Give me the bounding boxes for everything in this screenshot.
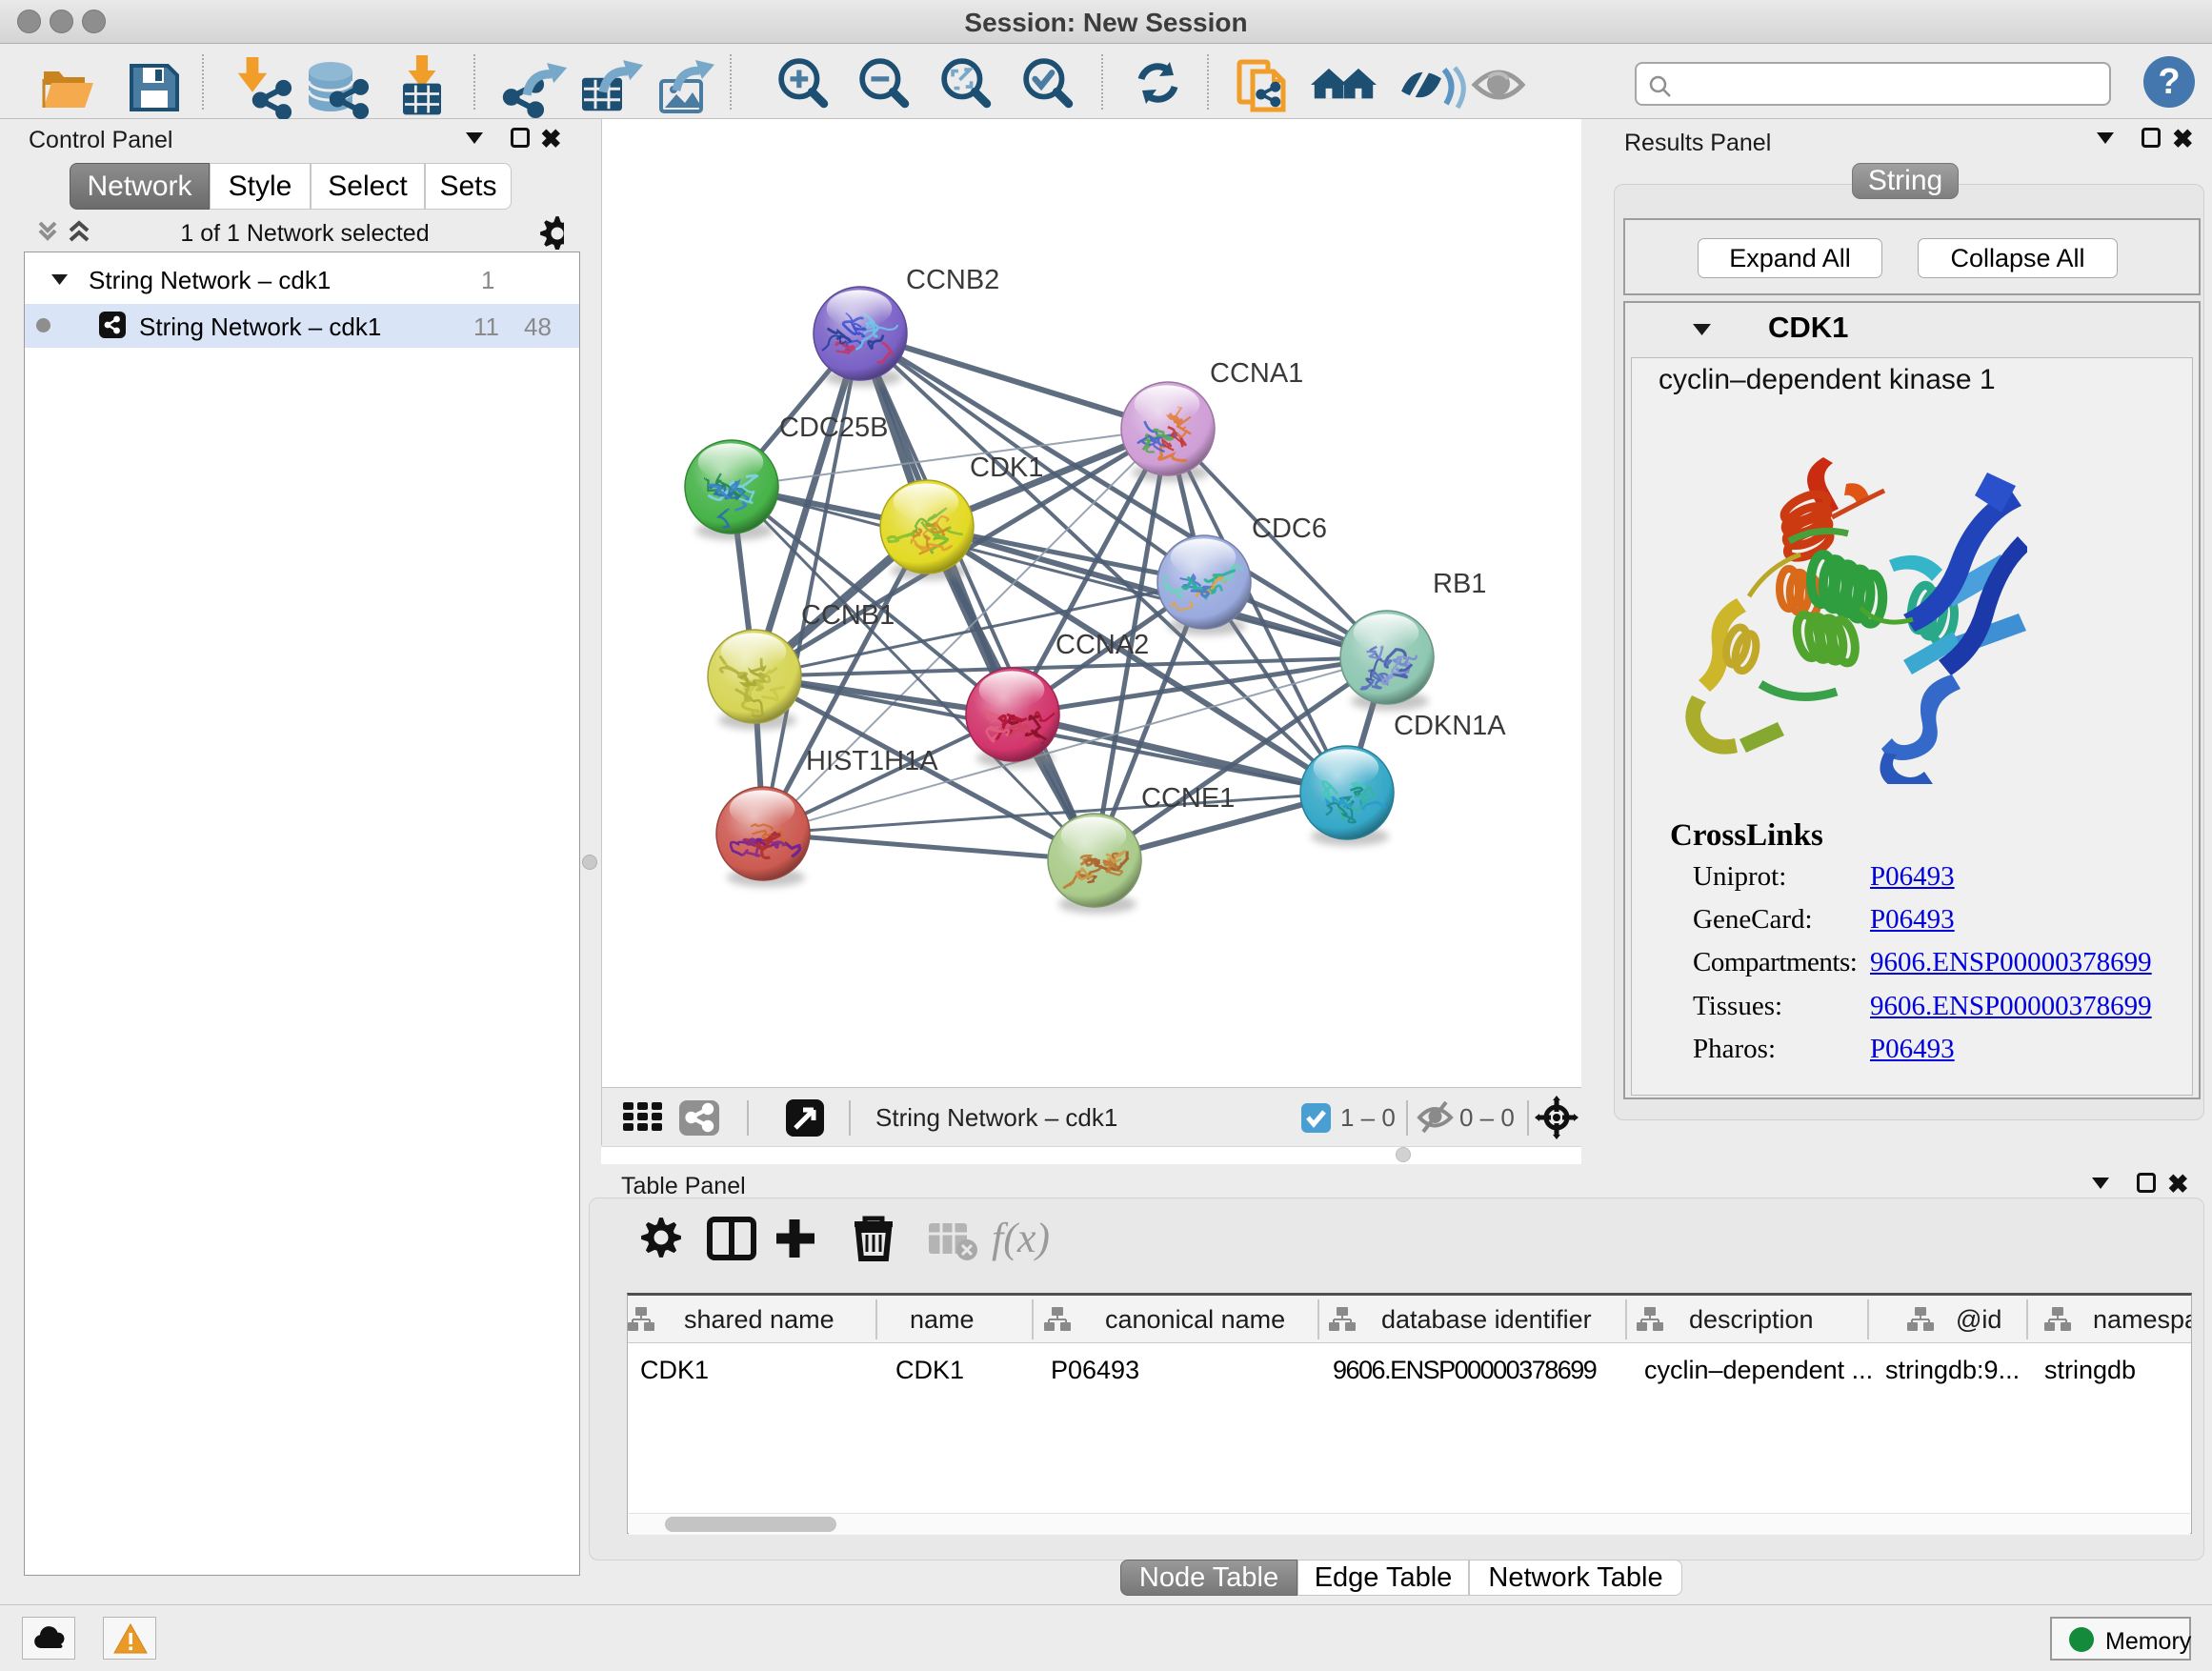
svg-text:CDC6: CDC6 <box>1252 513 1327 544</box>
svg-text:description: description <box>1689 1305 1814 1334</box>
svg-text:HIST1H1A: HIST1H1A <box>806 746 938 776</box>
svg-text:CCNA1: CCNA1 <box>1210 358 1303 389</box>
svg-text:CCNA2: CCNA2 <box>1056 630 1149 660</box>
svg-text:CCNB2: CCNB2 <box>906 265 999 295</box>
svg-text:1 of 1 Network selected: 1 of 1 Network selected <box>180 220 429 247</box>
svg-text:String Network – cdk1: String Network – cdk1 <box>875 1103 1117 1132</box>
svg-text:CDK1: CDK1 <box>970 453 1043 483</box>
svg-text:CCNB1: CCNB1 <box>801 600 895 631</box>
svg-text:shared name: shared name <box>684 1305 835 1334</box>
svg-text:database identifier: database identifier <box>1381 1305 1592 1334</box>
svg-text:?: ? <box>2158 62 2180 102</box>
svg-text:1 – 0: 1 – 0 <box>1340 1103 1396 1132</box>
svg-text:RB1: RB1 <box>1433 569 1486 599</box>
svg-text:canonical name: canonical name <box>1105 1305 1285 1334</box>
svg-text:CDC25B: CDC25B <box>779 413 888 443</box>
svg-text:0 – 0: 0 – 0 <box>1459 1103 1515 1132</box>
svg-text:name: name <box>910 1305 975 1334</box>
svg-text:f(x): f(x) <box>992 1215 1050 1261</box>
svg-text:CCNE1: CCNE1 <box>1141 783 1235 814</box>
svg-text:namespac: namespac <box>2093 1305 2191 1334</box>
svg-text:CDKN1A: CDKN1A <box>1394 711 1506 741</box>
svg-text:@id: @id <box>1956 1305 2001 1334</box>
